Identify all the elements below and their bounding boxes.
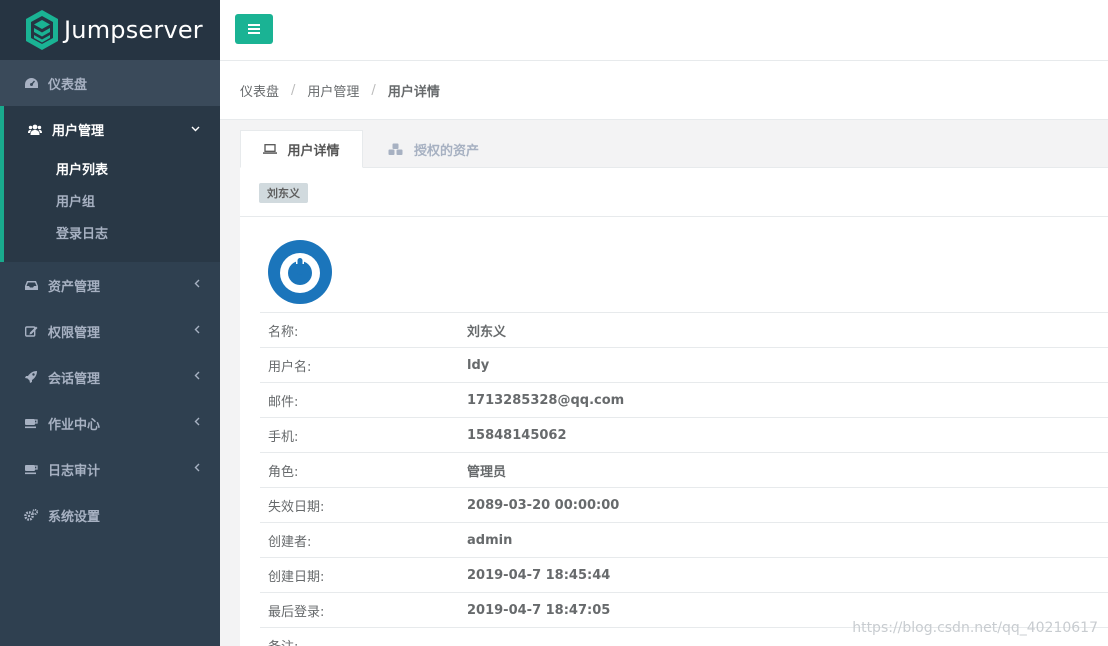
edit-icon [24, 324, 38, 338]
dashboard-icon [24, 76, 38, 90]
hamburger-icon [248, 24, 260, 34]
sidebar-subitem-login-log[interactable]: 登录日志 [4, 216, 220, 248]
sidebar-item-users[interactable]: 用户管理 [4, 106, 220, 152]
panel-header: 刘东义 [240, 168, 1108, 217]
field-value: 管理员 [467, 464, 507, 480]
chevron-left-icon [194, 416, 200, 429]
field-value: 刘东义 [467, 324, 507, 340]
chevron-left-icon [194, 324, 200, 337]
users-icon [28, 122, 42, 136]
field-label: 最后登录: [268, 604, 325, 620]
coffee-icon [24, 416, 38, 430]
sidebar: Jumpserver 仪表盘 用户管理 用户列表 用户组 登录日志 资产管理 权… [0, 0, 220, 646]
sidebar-group-users: 用户管理 用户列表 用户组 登录日志 [0, 106, 220, 262]
cubes-icon [388, 143, 404, 156]
field-label: 失效日期: [268, 499, 325, 515]
sidebar-item-label: 资产管理 [48, 279, 101, 295]
chevron-left-icon [194, 462, 200, 475]
table-row: 角色: 管理员 [260, 452, 1108, 487]
logo[interactable]: Jumpserver [0, 0, 220, 60]
sidebar-item-label: 用户管理 [52, 123, 105, 139]
sidebar-item-assets[interactable]: 资产管理 [0, 262, 220, 308]
table-row: 创建者: admin [260, 522, 1108, 557]
sidebar-item-label: 会话管理 [48, 371, 101, 387]
chevron-left-icon [194, 370, 200, 383]
sidebar-subitem-user-list[interactable]: 用户列表 [4, 152, 220, 184]
coffee-icon [24, 462, 38, 476]
user-name-badge: 刘东义 [259, 183, 308, 203]
tab-user-detail[interactable]: 用户详情 [240, 130, 363, 168]
sidebar-item-dashboard[interactable]: 仪表盘 [0, 60, 220, 106]
tab-label: 用户详情 [287, 143, 340, 159]
rocket-icon [24, 370, 38, 384]
avatar [268, 240, 332, 304]
detail-tabs: 用户详情 授权的资产 [240, 130, 1108, 168]
table-row: 手机: 15848145062 [260, 417, 1108, 452]
menu-toggle-button[interactable] [235, 14, 273, 44]
table-row: 创建日期: 2019-04-7 18:45:44 [260, 557, 1108, 592]
field-label: 创建者: [268, 534, 312, 550]
field-label: 角色: [268, 464, 299, 480]
field-value: 2019-04-7 18:47:05 [467, 602, 611, 618]
sidebar-item-jobs[interactable]: 作业中心 [0, 400, 220, 446]
user-detail-table: 名称: 刘东义 用户名: ldy 邮件: 1713285328@qq.com 手机: 1… [260, 312, 1108, 646]
table-row: 失效日期: 2089-03-20 00:00:00 [260, 487, 1108, 522]
field-value: ldy [467, 357, 490, 373]
sidebar-item-label: 权限管理 [48, 325, 101, 341]
sidebar-item-audit-logs[interactable]: 日志审计 [0, 446, 220, 492]
field-value: 1713285328@qq.com [467, 392, 625, 408]
breadcrumb-item-user-management[interactable]: 用户管理 [307, 81, 359, 100]
sidebar-subitem-user-groups[interactable]: 用户组 [4, 184, 220, 216]
sidebar-submenu-users: 用户列表 用户组 登录日志 [4, 152, 220, 262]
breadcrumb-item-dashboard[interactable]: 仪表盘 [240, 81, 279, 100]
breadcrumb-item-current: 用户详情 [387, 84, 440, 100]
sidebar-item-label: 仪表盘 [48, 77, 88, 93]
field-label: 手机: [268, 429, 299, 445]
sidebar-item-label: 日志审计 [48, 463, 101, 479]
watermark: https://blog.csdn.net/qq_40210617 [852, 620, 1098, 636]
jumpserver-logo-icon [26, 10, 58, 50]
sidebar-item-label: 作业中心 [48, 417, 101, 433]
sidebar-item-settings[interactable]: 系统设置 [0, 492, 220, 538]
chevron-left-icon [194, 278, 200, 291]
breadcrumb-separator: / [371, 82, 376, 98]
inbox-icon [24, 278, 38, 292]
breadcrumb-separator: / [291, 82, 296, 98]
field-value: 2089-03-20 00:00:00 [467, 497, 620, 513]
field-label: 邮件: [268, 394, 299, 410]
table-row: 名称: 刘东义 [260, 312, 1108, 347]
tab-label: 授权的资产 [414, 143, 480, 159]
chevron-down-icon [191, 122, 200, 135]
field-value: admin [467, 532, 513, 548]
gears-icon [24, 508, 38, 522]
laptop-icon [263, 144, 278, 154]
field-value: 15848145062 [467, 427, 567, 443]
top-navbar [220, 0, 1108, 61]
field-label: 备注: [260, 636, 467, 646]
field-label: 创建日期: [268, 569, 325, 585]
breadcrumb: 仪表盘 / 用户管理 / 用户详情 [220, 61, 1108, 120]
tab-granted-assets[interactable]: 授权的资产 [388, 130, 479, 168]
sidebar-item-label: 系统设置 [48, 509, 101, 525]
table-row: 用户名: ldy [260, 347, 1108, 382]
field-value: 2019-04-7 18:45:44 [467, 567, 611, 583]
sidebar-item-sessions[interactable]: 会话管理 [0, 354, 220, 400]
sidebar-item-permissions[interactable]: 权限管理 [0, 308, 220, 354]
field-label: 名称: [268, 324, 299, 340]
table-row: 邮件: 1713285328@qq.com [260, 382, 1108, 417]
app-title: Jumpserver [64, 16, 203, 44]
user-detail-panel: 刘东义 名称: 刘东义 用户名: ldy 邮件: 1713285328@qq.com … [240, 168, 1108, 646]
field-label: 用户名: [268, 359, 312, 375]
